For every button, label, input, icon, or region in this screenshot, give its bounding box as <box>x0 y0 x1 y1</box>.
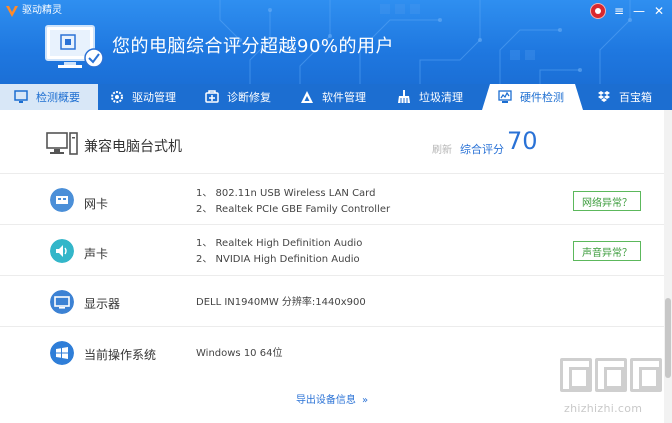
minimize-icon[interactable]: — <box>632 3 646 19</box>
tab-diagnose-repair[interactable]: 诊断修复 <box>193 84 288 110</box>
tab-label: 检测概要 <box>36 91 80 104</box>
hardware-label: 当前操作系统 <box>84 348 157 362</box>
tab-label: 诊断修复 <box>227 91 271 104</box>
chart-monitor-icon <box>498 90 512 103</box>
window-controls: ≡ — ✕ <box>590 2 666 20</box>
tab-label: 软件管理 <box>322 91 366 104</box>
hardware-row-display: 显示器 DELL IN1940MW 分辨率:1440x900 <box>0 277 664 327</box>
tab-detection-summary[interactable]: 检测概要 <box>0 84 98 110</box>
tab-label: 垃圾清理 <box>419 91 463 104</box>
app-header: 驱动精灵 ≡ — ✕ 您的电脑综合评分超越90%的用户 <box>0 0 672 84</box>
hardware-label: 声卡 <box>84 247 109 261</box>
tab-hardware-detection[interactable]: 硬件检测 <box>482 84 583 110</box>
monitor-check-icon <box>14 90 28 103</box>
app-title: 驱动精灵 <box>22 5 62 16</box>
sound-issue-button[interactable]: 声音异常？ <box>573 241 641 261</box>
windows-icon <box>50 341 74 365</box>
tab-label: 百宝箱 <box>619 91 652 104</box>
speaker-icon <box>50 239 74 263</box>
app-logo-icon <box>6 6 18 17</box>
triangle-app-icon <box>301 91 313 103</box>
hardware-detail-line: 1、 Realtek High Definition Audio <box>196 238 363 249</box>
tab-toolbox[interactable]: 百宝箱 <box>575 84 672 110</box>
tab-label: 驱动管理 <box>132 91 176 104</box>
overall-score-value: 70 <box>507 127 538 155</box>
dropbox-icon <box>598 91 610 102</box>
network-issue-button[interactable]: 网络异常？ <box>573 191 641 211</box>
tab-driver-management[interactable]: 驱动管理 <box>98 84 193 110</box>
hardware-label: 显示器 <box>84 297 121 311</box>
main-tab-bar: 检测概要 驱动管理 诊断修复 软件管理 垃圾清理 硬件检测 百宝箱 <box>0 84 672 110</box>
watermark-text: zhizhizhi.com <box>564 402 643 415</box>
close-icon[interactable]: ✕ <box>652 3 666 19</box>
tab-software-management[interactable]: 软件管理 <box>288 84 383 110</box>
menu-icon[interactable]: ≡ <box>612 3 626 19</box>
network-card-icon <box>50 188 74 212</box>
broom-icon <box>398 90 410 103</box>
monitor-check-illustration-icon <box>45 25 104 68</box>
computer-model-title: 兼容电脑台式机 <box>84 139 182 155</box>
hardware-row-network: 网卡 1、 802.11n USB Wireless LAN Card 2、 R… <box>0 175 664 225</box>
hardware-detail-line: DELL IN1940MW 分辨率:1440x900 <box>196 297 366 308</box>
desktop-computer-icon <box>46 132 78 155</box>
score-headline: 您的电脑综合评分超越90%的用户 <box>112 36 395 57</box>
hardware-detail-line: 2、 NVIDIA High Definition Audio <box>196 254 360 265</box>
hardware-detail-line: 2、 Realtek PCIe GBE Family Controller <box>196 204 391 215</box>
export-label: 导出设备信息 <box>295 395 356 406</box>
refresh-link[interactable]: 刷新 <box>432 141 452 156</box>
tab-junk-cleanup[interactable]: 垃圾清理 <box>383 84 482 110</box>
double-chevron-icon: » <box>361 395 369 406</box>
overall-score-label: 综合评分 <box>460 143 504 156</box>
hardware-label: 网卡 <box>84 197 109 211</box>
tools-icon <box>205 90 219 103</box>
hardware-row-sound: 声卡 1、 Realtek High Definition Audio 2、 N… <box>0 226 664 276</box>
gear-icon <box>111 91 123 103</box>
site-watermark: zhizhizhi.com <box>560 358 670 420</box>
display-icon <box>50 290 74 314</box>
hardware-detail-line: 1、 802.11n USB Wireless LAN Card <box>196 188 376 199</box>
computer-summary: 兼容电脑台式机 刷新 综合评分 70 <box>0 110 664 174</box>
watermark-logo-graphic <box>560 358 662 392</box>
hardware-detail-line: Windows 10 64位 <box>196 348 283 359</box>
tab-label: 硬件检测 <box>520 91 564 104</box>
user-avatar[interactable] <box>590 3 606 19</box>
